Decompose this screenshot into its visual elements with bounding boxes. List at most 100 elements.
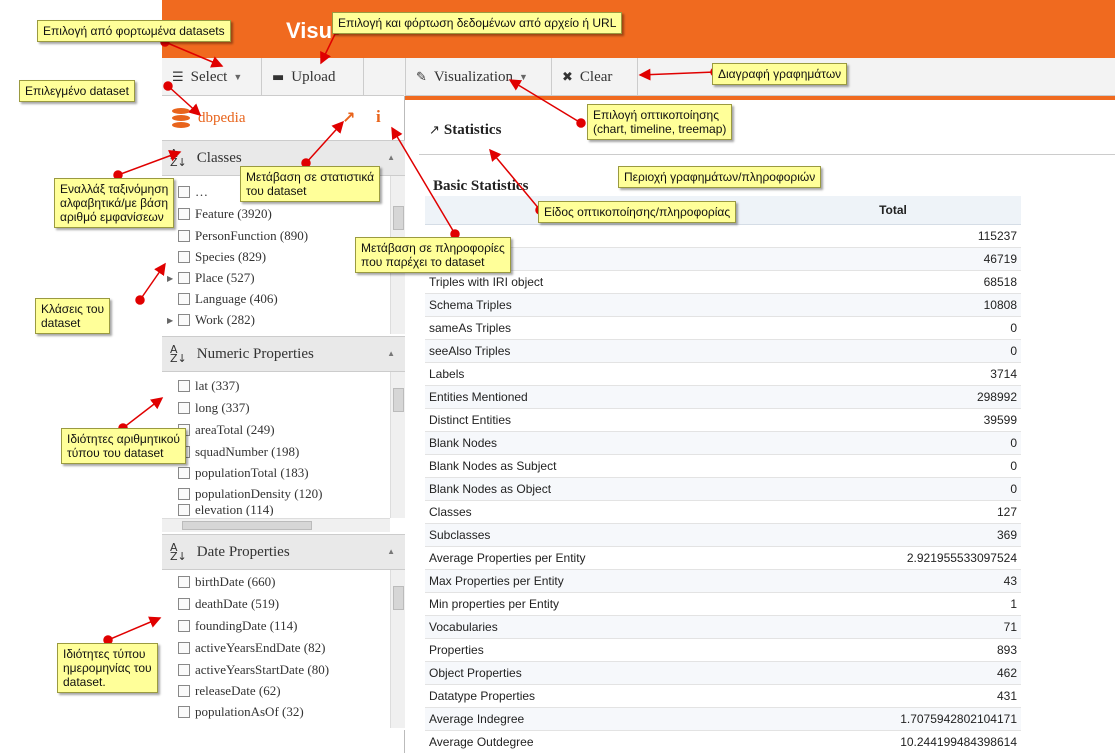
- list-item[interactable]: deathDate (519): [178, 594, 279, 614]
- list-item[interactable]: squadNumber (198): [178, 442, 299, 462]
- collapse-icon[interactable]: ▲: [387, 547, 395, 556]
- clear-button[interactable]: ✖ Clear: [552, 58, 638, 96]
- date-properties-scrollbar[interactable]: [390, 570, 405, 728]
- stat-value: 369: [765, 523, 1021, 547]
- column-header-total[interactable]: Total: [765, 196, 1021, 225]
- statistics-chart-icon[interactable]: ↗: [342, 108, 355, 127]
- upload-button[interactable]: ▬ Upload: [262, 58, 364, 96]
- stat-value: 39599: [765, 408, 1021, 432]
- table-row: Max Properties per Entity 43: [425, 569, 1021, 593]
- stat-name: Properties: [425, 638, 765, 662]
- stat-value: 0: [765, 454, 1021, 478]
- tab-statistics[interactable]: ↗ Statistics: [429, 122, 501, 139]
- checkbox[interactable]: [178, 706, 190, 718]
- list-item[interactable]: Feature (3920): [178, 204, 272, 224]
- list-item[interactable]: populationDensity (120): [178, 484, 322, 504]
- expand-icon[interactable]: ▶: [167, 316, 173, 325]
- info-icon[interactable]: i: [376, 107, 381, 127]
- list-item[interactable]: Language (406): [178, 289, 278, 309]
- note-info-nav: Μετάβαση σε πληροφορίες που παρέχει το d…: [355, 237, 511, 273]
- list-item[interactable]: areaTotal (249): [178, 420, 275, 440]
- checkbox[interactable]: [178, 685, 190, 697]
- list-item[interactable]: elevation (114): [178, 504, 274, 516]
- list-item[interactable]: populationTotal (183): [178, 463, 309, 483]
- visualization-button[interactable]: ✎ Visualization ▼: [406, 58, 552, 96]
- arrow-dates: [107, 616, 162, 641]
- list-item[interactable]: populationAsOf (32): [178, 702, 304, 722]
- stat-value: 127: [765, 500, 1021, 524]
- list-item[interactable]: activeYearsEndDate (82): [178, 638, 325, 658]
- stat-name: Datatype Properties: [425, 684, 765, 708]
- checkbox[interactable]: [178, 293, 190, 305]
- checkbox[interactable]: [178, 664, 190, 676]
- table-row: Labels 3714: [425, 362, 1021, 386]
- table-row: Min properties per Entity 1: [425, 592, 1021, 616]
- table-row: Blank Nodes 0: [425, 431, 1021, 455]
- close-icon: ✖: [562, 69, 573, 85]
- date-properties-header[interactable]: A Z↓ Date Properties ▲: [162, 534, 405, 570]
- list-item[interactable]: ▶ Place (527): [167, 268, 255, 288]
- table-row: Object Properties 462: [425, 661, 1021, 685]
- list-item[interactable]: foundingDate (114): [178, 616, 297, 636]
- list-item[interactable]: Species (829): [178, 247, 266, 267]
- stat-name: Triples with IRI object: [425, 270, 765, 294]
- stat-value: 0: [765, 339, 1021, 363]
- app-header: Visu: [162, 0, 1115, 58]
- checkbox[interactable]: [178, 488, 190, 500]
- checkbox[interactable]: [178, 467, 190, 479]
- stat-name: Max Properties per Entity: [425, 569, 765, 593]
- stat-name: Blank Nodes as Subject: [425, 454, 765, 478]
- checkbox[interactable]: [178, 230, 190, 242]
- numeric-properties-hscrollbar[interactable]: [162, 518, 390, 532]
- stat-value: 2.921955533097524: [765, 546, 1021, 570]
- list-item[interactable]: long (337): [178, 398, 250, 418]
- numeric-properties-header[interactable]: A Z↓ Numeric Properties ▲: [162, 336, 405, 372]
- checkbox[interactable]: [178, 251, 190, 263]
- list-item[interactable]: ▶ Work (282): [167, 310, 255, 330]
- list-item[interactable]: PersonFunction (890): [178, 226, 308, 246]
- checkbox[interactable]: [178, 314, 190, 326]
- numeric-properties-scrollbar[interactable]: [390, 372, 405, 518]
- checkbox[interactable]: [178, 272, 190, 284]
- stat-name: Vocabularies: [425, 615, 765, 639]
- sort-icon[interactable]: A Z↓: [170, 148, 187, 168]
- checkbox[interactable]: [178, 504, 190, 516]
- stat-name: Blank Nodes: [425, 431, 765, 455]
- checkbox[interactable]: [178, 576, 190, 588]
- list-item[interactable]: birthDate (660): [178, 572, 276, 592]
- stat-name: Average Indegree: [425, 707, 765, 731]
- folder-icon: ▬: [272, 69, 285, 85]
- stat-value: 0: [765, 477, 1021, 501]
- note-date-properties: Ιδιότητες τύπου ημερομηνίας του dataset.: [57, 643, 158, 693]
- basic-statistics-title: Basic Statistics: [433, 178, 529, 194]
- checkbox[interactable]: [178, 380, 190, 392]
- expand-icon[interactable]: ▶: [167, 274, 173, 283]
- select-dataset-button[interactable]: ☰ Select ▼: [162, 58, 262, 96]
- sort-icon[interactable]: A Z↓: [170, 542, 187, 562]
- stat-name: Object Properties: [425, 661, 765, 685]
- stat-value: 431: [765, 684, 1021, 708]
- checkbox[interactable]: [178, 620, 190, 632]
- list-item[interactable]: lat (337): [178, 376, 239, 396]
- checkbox[interactable]: [178, 402, 190, 414]
- note-statistics-nav: Μετάβαση σε στατιστικά του dataset: [240, 166, 381, 202]
- collapse-icon[interactable]: ▲: [387, 153, 395, 162]
- list-item[interactable]: …: [178, 182, 208, 202]
- list-item[interactable]: activeYearsStartDate (80): [178, 660, 329, 680]
- stat-name: Classes: [425, 500, 765, 524]
- database-icon: ☰: [172, 69, 184, 85]
- statistics-table-body: 115237ct46719Triples with IRI object6851…: [425, 224, 1021, 753]
- checkbox[interactable]: [178, 642, 190, 654]
- table-row: Average Indegree 1.7075942802104171: [425, 707, 1021, 731]
- checkbox[interactable]: [178, 186, 190, 198]
- main-panel: ↗ Statistics Basic Statistics Total 11523…: [405, 96, 1115, 753]
- stat-value: 3714: [765, 362, 1021, 386]
- checkbox[interactable]: [178, 208, 190, 220]
- checkbox[interactable]: [178, 598, 190, 610]
- stat-value: 0: [765, 431, 1021, 455]
- sort-icon[interactable]: A Z↓: [170, 344, 187, 364]
- main-panel-accent: [405, 96, 1115, 100]
- selected-dataset: dbpedia ↗ i: [162, 96, 405, 140]
- list-item[interactable]: releaseDate (62): [178, 681, 281, 701]
- collapse-icon[interactable]: ▲: [387, 349, 395, 358]
